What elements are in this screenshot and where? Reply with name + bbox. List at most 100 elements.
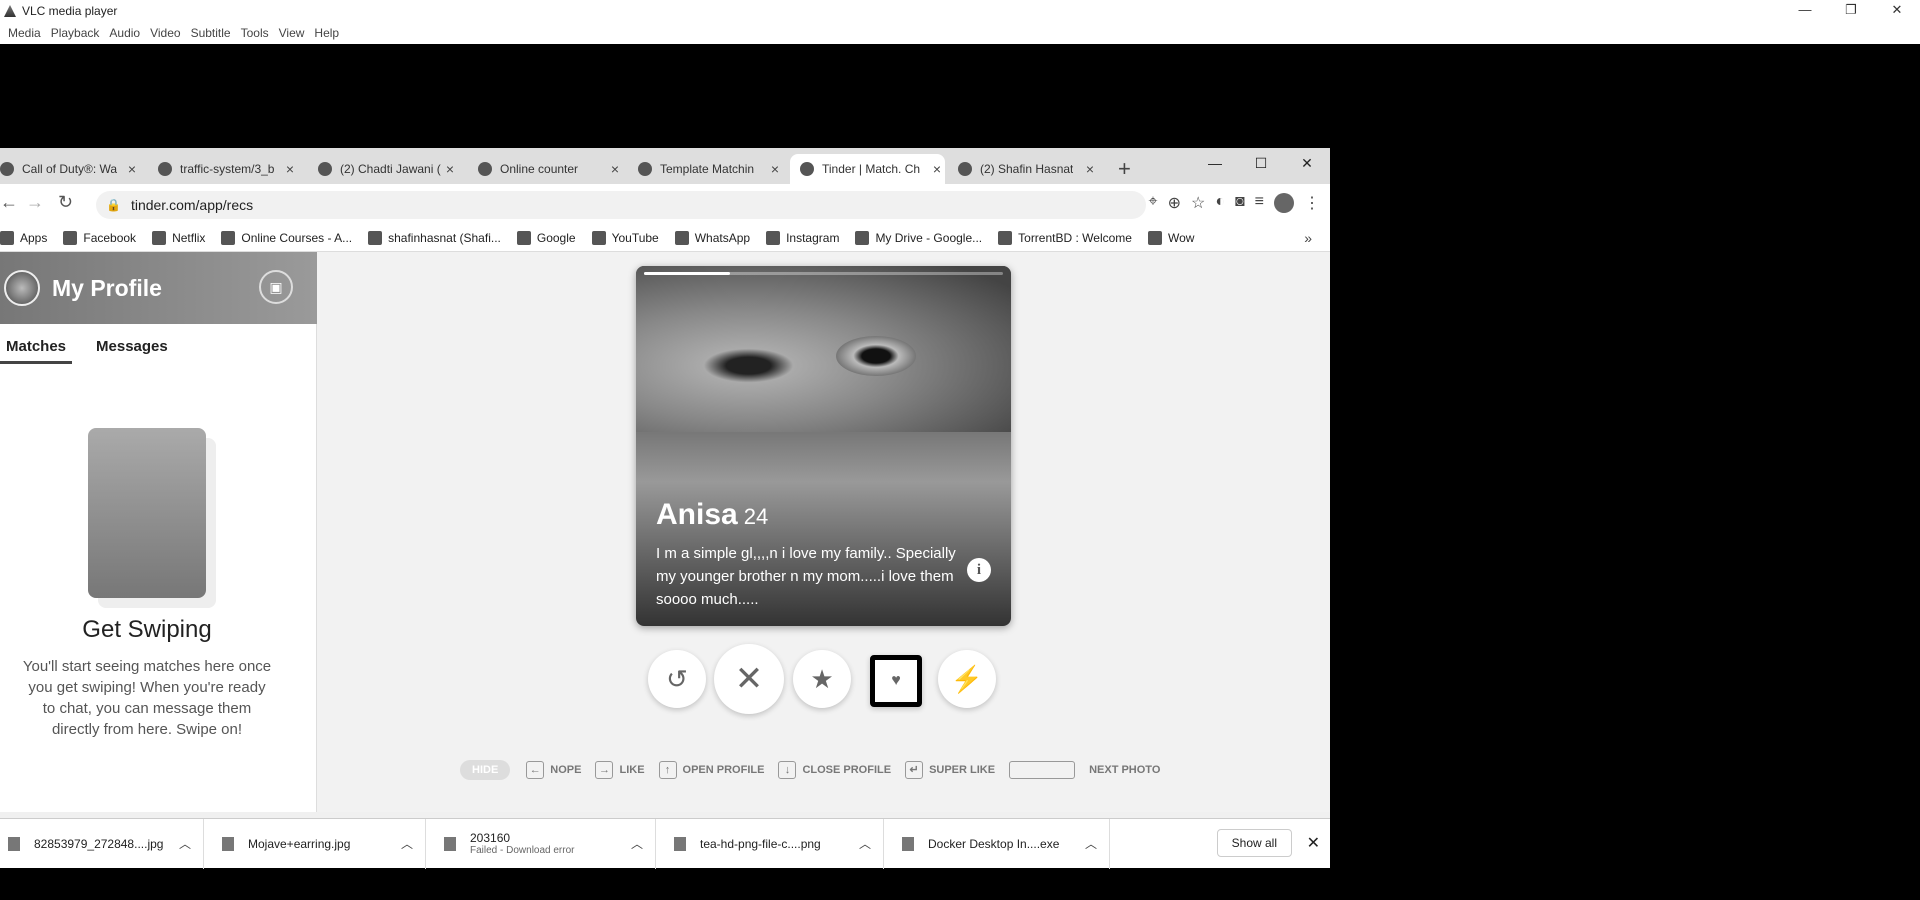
hide-hints-button[interactable]: HIDE — [460, 760, 511, 780]
match-placeholder-card — [88, 428, 206, 598]
browser-maximize-button[interactable]: ☐ — [1238, 148, 1284, 178]
profile-card[interactable]: Anisa 24 I m a simple gl,,,,n i love my f… — [636, 266, 1011, 626]
tab-close-icon[interactable]: × — [611, 161, 619, 177]
profile-header[interactable]: My Profile ▣ — [0, 252, 317, 324]
close-button[interactable]: ✕ — [1874, 0, 1920, 22]
like-button[interactable]: ♥ — [870, 655, 922, 707]
menu-view[interactable]: View — [279, 26, 305, 40]
tab-tinder[interactable]: Tinder | Match. Ch × — [790, 154, 945, 184]
super-like-button[interactable]: ★ — [793, 650, 851, 708]
menu-subtitle[interactable]: Subtitle — [191, 26, 231, 40]
tab-call-of-duty[interactable]: Call of Duty®: Wa × — [0, 154, 140, 184]
nope-button[interactable]: ✕ — [714, 644, 784, 714]
download-item[interactable]: Docker Desktop In....exe ︿ — [884, 818, 1110, 869]
info-icon[interactable]: i — [967, 558, 991, 582]
tab-close-icon[interactable]: × — [933, 161, 941, 177]
bookmark-facebook[interactable]: Facebook — [63, 230, 136, 245]
tab-youtube-video[interactable]: (2) Chadti Jawani ( × — [318, 154, 458, 184]
youtube-icon — [318, 162, 332, 176]
bookmark-instagram[interactable]: Instagram — [766, 230, 839, 245]
bookmark-torrentbd[interactable]: TorrentBD : Welcome — [998, 230, 1132, 245]
briefcase-icon[interactable]: ▣ — [259, 270, 293, 304]
profile-avatar[interactable] — [1274, 193, 1294, 213]
bookmark-netflix[interactable]: Netflix — [152, 230, 205, 245]
download-item[interactable]: 203160 Failed - Download error ︿ — [426, 818, 656, 869]
zoom-icon[interactable]: ⊕ — [1168, 193, 1181, 213]
bookmark-online-courses[interactable]: Online Courses - A... — [221, 230, 352, 245]
bookmark-youtube[interactable]: YouTube — [591, 230, 659, 245]
tab-template-matching[interactable]: Template Matchin × — [638, 154, 783, 184]
back-icon[interactable]: ← — [0, 192, 18, 213]
file-icon — [444, 836, 456, 851]
chevron-up-icon[interactable]: ︿ — [859, 835, 871, 852]
bookmark-whatsapp[interactable]: WhatsApp — [674, 230, 750, 245]
bookmark-github[interactable]: shafinhasnat (Shafi... — [368, 230, 501, 245]
chevron-up-icon[interactable]: ︿ — [401, 835, 413, 852]
get-swiping-text: You'll start seeing matches here once yo… — [22, 658, 272, 738]
chevron-up-icon[interactable]: ︿ — [631, 835, 643, 852]
menu-audio[interactable]: Audio — [109, 26, 140, 40]
minimize-button[interactable]: — — [1782, 0, 1828, 22]
download-item[interactable]: tea-hd-png-file-c....png ︿ — [656, 818, 884, 869]
file-icon — [674, 836, 686, 851]
tab-online-counter[interactable]: Online counter × — [478, 154, 623, 184]
forward-icon[interactable]: → — [26, 192, 44, 213]
chevron-up-icon[interactable]: ︿ — [179, 835, 191, 852]
tab-close-icon[interactable]: × — [1086, 161, 1094, 177]
new-tab-button[interactable]: + — [1118, 156, 1131, 182]
facebook-icon — [63, 230, 78, 245]
bookmark-wow[interactable]: Wow — [1147, 230, 1194, 245]
file-icon — [8, 836, 20, 851]
downloads-bar: 82853979_272848....jpg ︿ Mojave+earring.j… — [0, 818, 1330, 869]
file-icon — [222, 836, 234, 851]
extension-icon[interactable]: ◐ — [1215, 193, 1225, 213]
close-downloads-button[interactable]: ✕ — [1307, 833, 1320, 853]
tab-close-icon[interactable]: × — [771, 161, 779, 177]
w-icon — [1147, 230, 1162, 245]
menu-dots-icon[interactable]: ⋮ — [1304, 193, 1320, 213]
download-item[interactable]: Mojave+earring.jpg ︿ — [204, 818, 426, 869]
boost-button[interactable]: ⚡ — [938, 650, 996, 708]
chevron-up-icon[interactable]: ︿ — [1085, 835, 1097, 852]
download-status: Failed - Download error — [470, 845, 575, 856]
browser-close-button[interactable]: ✕ — [1284, 148, 1330, 178]
menu-playback[interactable]: Playback — [51, 26, 100, 40]
spacebar-key — [1009, 761, 1076, 779]
menu-media[interactable]: Media — [8, 26, 41, 40]
menu-help[interactable]: Help — [314, 26, 339, 40]
media-icon[interactable]: ≡ — [1255, 193, 1264, 213]
location-icon[interactable]: ⌖ — [1149, 193, 1158, 213]
tab-close-icon[interactable]: × — [128, 161, 136, 177]
menu-video[interactable]: Video — [150, 26, 180, 40]
browser-tab-bar: Call of Duty®: Wa × traffic-system/3_b ×… — [0, 148, 1330, 184]
tab-facebook[interactable]: (2) Shafin Hasnat × — [958, 154, 1098, 184]
url-text: tinder.com/app/recs — [130, 197, 254, 213]
bookmark-google[interactable]: Google — [516, 230, 576, 245]
tab-messages[interactable]: Messages — [90, 338, 174, 364]
restore-button[interactable]: ❐ — [1828, 0, 1874, 22]
bookmark-apps[interactable]: Apps — [0, 230, 47, 245]
tab-close-icon[interactable]: × — [446, 161, 454, 177]
tab-traffic-system[interactable]: traffic-system/3_b × — [158, 154, 298, 184]
camera-icon[interactable]: ◙ — [1235, 193, 1245, 213]
download-item[interactable]: 82853979_272848....jpg ︿ — [0, 818, 204, 869]
avatar[interactable] — [4, 270, 40, 306]
reload-icon[interactable]: ↻ — [58, 192, 73, 213]
tab-close-icon[interactable]: × — [286, 161, 294, 177]
bookmark-drive[interactable]: My Drive - Google... — [855, 230, 982, 245]
lock-icon: 🔒 — [106, 198, 121, 212]
url-field[interactable]: 🔒 tinder.com/app/recs — [96, 191, 1146, 219]
github-icon — [368, 230, 383, 245]
show-all-button[interactable]: Show all — [1216, 829, 1292, 857]
page-icon — [638, 162, 652, 176]
browser-minimize-button[interactable]: — — [1192, 148, 1238, 178]
vlc-title-bar: VLC media player — ❐ ✕ — [0, 0, 1920, 22]
profile-photo — [636, 266, 1011, 432]
tab-matches[interactable]: Matches — [0, 338, 73, 364]
bookmarks-more-button[interactable]: » — [1304, 230, 1312, 246]
vlc-cone-icon — [4, 5, 16, 17]
photo-progress-fill — [644, 272, 731, 275]
rewind-button[interactable]: ↺ — [648, 650, 706, 708]
menu-tools[interactable]: Tools — [241, 26, 269, 40]
star-icon[interactable]: ☆ — [1191, 193, 1205, 213]
